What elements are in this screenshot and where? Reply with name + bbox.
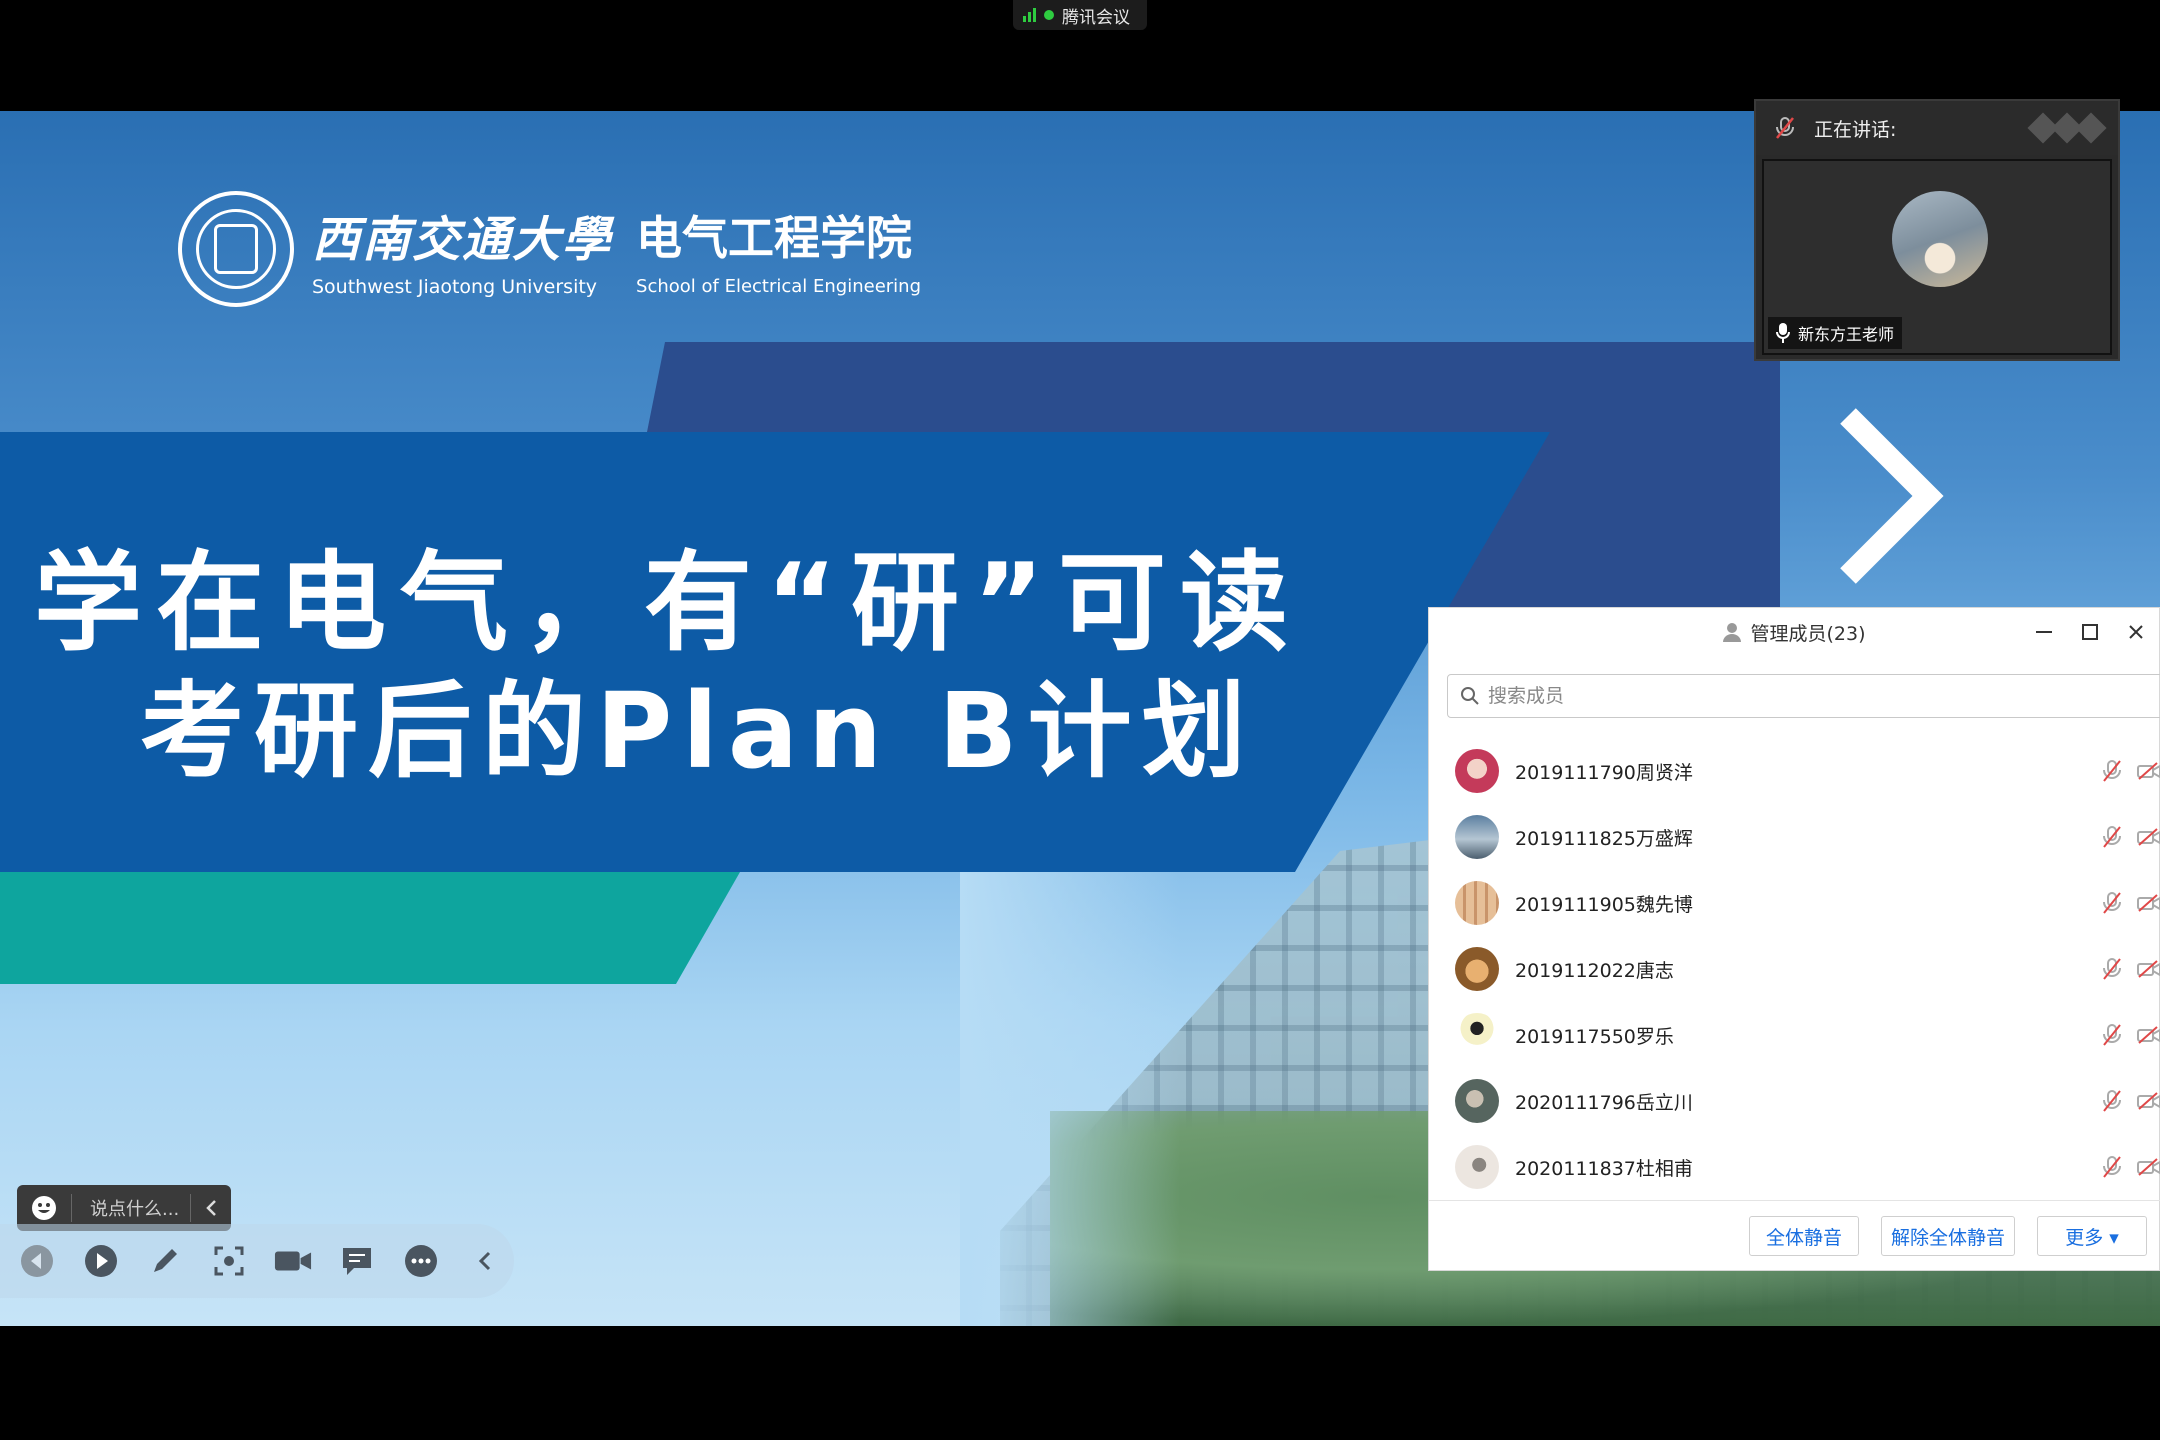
meeting-status-pill[interactable]: 腾讯会议 bbox=[1013, 0, 1147, 30]
speaker-avatar bbox=[1892, 191, 1988, 287]
mic-muted-icon[interactable] bbox=[2101, 891, 2123, 915]
screenshot-button[interactable] bbox=[210, 1242, 248, 1280]
member-name: 2020111837杜相甫 bbox=[1515, 1157, 1693, 1180]
slide-subtitle: 考研后的Plan B计划 bbox=[140, 670, 1256, 792]
school-name-en: School of Electrical Engineering bbox=[636, 275, 922, 297]
speaker-name-tag: 新东方王老师 bbox=[1768, 317, 1903, 349]
record-button[interactable] bbox=[274, 1242, 312, 1280]
more-button[interactable]: 更多 ▾ bbox=[2037, 1216, 2147, 1256]
members-header: 管理成员(23) bbox=[1429, 608, 2159, 656]
meeting-screen: 腾讯会议 西南交通大學 Southwest Jiaotong Universit… bbox=[0, 0, 2160, 1440]
mic-muted-icon[interactable] bbox=[2101, 957, 2123, 981]
message-icon bbox=[343, 1248, 371, 1275]
collapse-chat-button[interactable] bbox=[191, 1198, 231, 1218]
member-list: 2019111790周贤洋 2019111825万盛辉 2019111905魏先… bbox=[1429, 738, 2160, 1200]
slide-toolbar bbox=[0, 1224, 514, 1298]
member-avatar bbox=[1455, 1145, 1499, 1189]
person-icon bbox=[1723, 623, 1742, 642]
member-row[interactable]: 2019117550罗乐 bbox=[1429, 1002, 2160, 1068]
comment-button[interactable] bbox=[338, 1242, 376, 1280]
mute-all-button[interactable]: 全体静音 bbox=[1749, 1216, 1859, 1256]
focus-icon bbox=[214, 1246, 244, 1276]
member-row[interactable]: 2019111790周贤洋 bbox=[1429, 738, 2160, 804]
manage-members-panel[interactable]: 管理成员(23) 2019111790周贤洋 bbox=[1428, 607, 2160, 1271]
member-avatar bbox=[1455, 815, 1499, 859]
camera-off-icon[interactable] bbox=[2137, 1091, 2160, 1111]
signal-icon bbox=[1023, 8, 1036, 22]
close-icon bbox=[2129, 625, 2143, 639]
mic-muted-icon[interactable] bbox=[2101, 1155, 2123, 1179]
camera-off-icon[interactable] bbox=[2137, 1025, 2160, 1045]
chevron-left-icon bbox=[478, 1251, 491, 1271]
video-camera-icon bbox=[274, 1251, 312, 1271]
university-name-cn: 西南交通大學 bbox=[312, 212, 613, 268]
school-name-cn: 电气工程学院 bbox=[636, 210, 913, 265]
member-row[interactable]: 2020111796岳立川 bbox=[1429, 1068, 2160, 1134]
member-name: 2019112022唐志 bbox=[1515, 959, 1674, 982]
close-button[interactable] bbox=[2113, 608, 2159, 656]
minimize-icon bbox=[2036, 631, 2052, 633]
member-row[interactable]: 2019112022唐志 bbox=[1429, 936, 2160, 1002]
mic-muted-icon[interactable] bbox=[2101, 825, 2123, 849]
member-name: 2020111796岳立川 bbox=[1515, 1091, 1693, 1114]
search-icon bbox=[1461, 687, 1479, 705]
camera-off-icon[interactable] bbox=[2137, 959, 2160, 979]
speaking-panel[interactable]: 正在讲话: 新东方王老师 bbox=[1754, 99, 2120, 361]
member-name: 2019111825万盛辉 bbox=[1515, 827, 1693, 850]
university-seal-icon bbox=[178, 191, 294, 307]
member-name: 2019111790周贤洋 bbox=[1515, 761, 1693, 784]
chat-placeholder[interactable]: 说点什么... bbox=[72, 1195, 190, 1221]
member-avatar bbox=[1455, 947, 1499, 991]
member-row[interactable]: 2019111905魏先博 bbox=[1429, 870, 2160, 936]
camera-off-icon[interactable] bbox=[2137, 761, 2160, 781]
play-icon bbox=[85, 1245, 117, 1277]
university-name-en: Southwest Jiaotong University bbox=[312, 276, 598, 298]
collapse-toolbar-button[interactable] bbox=[466, 1242, 504, 1280]
emoji-button[interactable] bbox=[17, 1195, 71, 1221]
camera-off-icon[interactable] bbox=[2137, 827, 2160, 847]
more-tools-button[interactable] bbox=[402, 1242, 440, 1280]
speaking-header: 正在讲话: bbox=[1756, 101, 2118, 155]
slide-band-teal bbox=[0, 872, 740, 984]
chevron-left-icon bbox=[206, 1200, 216, 1216]
pencil-icon bbox=[154, 1249, 177, 1272]
maximize-icon bbox=[2082, 624, 2098, 640]
prev-page-button[interactable] bbox=[18, 1242, 56, 1280]
member-avatar bbox=[1455, 1013, 1499, 1057]
next-slide-arrow-icon[interactable] bbox=[1828, 406, 1948, 586]
annotate-button[interactable] bbox=[146, 1242, 184, 1280]
maximize-button[interactable] bbox=[2067, 608, 2113, 656]
member-avatar bbox=[1455, 749, 1499, 793]
member-name: 2019117550罗乐 bbox=[1515, 1025, 1674, 1048]
speaker-video[interactable]: 新东方王老师 bbox=[1762, 159, 2112, 355]
more-icon bbox=[405, 1245, 437, 1277]
app-name: 腾讯会议 bbox=[1062, 7, 1130, 28]
smile-icon bbox=[32, 1196, 56, 1220]
member-search[interactable] bbox=[1447, 674, 2160, 718]
university-logo: 西南交通大學 Southwest Jiaotong University 电气工… bbox=[178, 191, 921, 307]
member-name: 2019111905魏先博 bbox=[1515, 893, 1693, 916]
unmute-all-button[interactable]: 解除全体静音 bbox=[1881, 1216, 2015, 1256]
speaking-label: 正在讲话: bbox=[1814, 118, 1897, 141]
member-row[interactable]: 2020111837杜相甫 bbox=[1429, 1134, 2160, 1200]
mic-icon bbox=[1776, 323, 1790, 343]
camera-off-icon[interactable] bbox=[2137, 893, 2160, 913]
members-footer: 全体静音 解除全体静音 更多 ▾ bbox=[1429, 1200, 2160, 1270]
member-avatar bbox=[1455, 881, 1499, 925]
mic-muted-icon[interactable] bbox=[2101, 759, 2123, 783]
speaker-name: 新东方王老师 bbox=[1798, 325, 1895, 344]
speaker-indicator-icon bbox=[2027, 112, 2107, 144]
members-title: 管理成员(23) bbox=[1750, 622, 1866, 645]
mic-muted-icon bbox=[1776, 117, 1794, 139]
status-dot-icon bbox=[1044, 10, 1054, 20]
mic-muted-icon[interactable] bbox=[2101, 1023, 2123, 1047]
minimize-button[interactable] bbox=[2021, 608, 2067, 656]
mic-muted-icon[interactable] bbox=[2101, 1089, 2123, 1113]
member-row[interactable]: 2019111825万盛辉 bbox=[1429, 804, 2160, 870]
prev-icon bbox=[21, 1245, 53, 1277]
camera-off-icon[interactable] bbox=[2137, 1157, 2160, 1177]
member-search-input[interactable] bbox=[1488, 685, 2088, 707]
member-avatar bbox=[1455, 1079, 1499, 1123]
next-page-button[interactable] bbox=[82, 1242, 120, 1280]
